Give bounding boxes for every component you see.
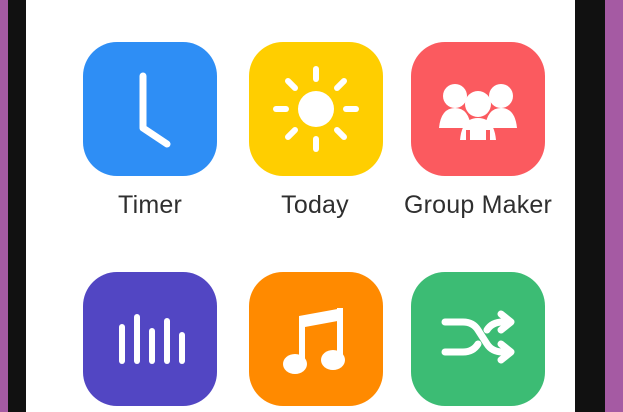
timer-app-label[interactable]: Timer bbox=[118, 191, 182, 220]
device-bezel-right bbox=[575, 0, 605, 412]
bar-levels-icon bbox=[119, 314, 185, 364]
home-screen: Timer Today Group Maker bbox=[26, 0, 575, 412]
sun-icon bbox=[273, 66, 359, 152]
levels-app-icon[interactable] bbox=[83, 272, 217, 406]
shuffle-app-icon[interactable] bbox=[411, 272, 545, 406]
today-app-icon[interactable] bbox=[249, 42, 383, 176]
shuffle-icon bbox=[441, 310, 515, 364]
music-note-icon bbox=[283, 308, 345, 374]
group-people-icon bbox=[439, 84, 517, 140]
timer-app-icon[interactable] bbox=[83, 42, 217, 176]
group-maker-app-label[interactable]: Group Maker bbox=[404, 191, 552, 220]
clock-icon bbox=[139, 72, 171, 148]
background-right bbox=[605, 0, 623, 412]
music-app-icon[interactable] bbox=[249, 272, 383, 406]
device-bezel-left bbox=[8, 0, 26, 412]
today-app-label[interactable]: Today bbox=[281, 191, 349, 220]
group-maker-app-icon[interactable] bbox=[411, 42, 545, 176]
